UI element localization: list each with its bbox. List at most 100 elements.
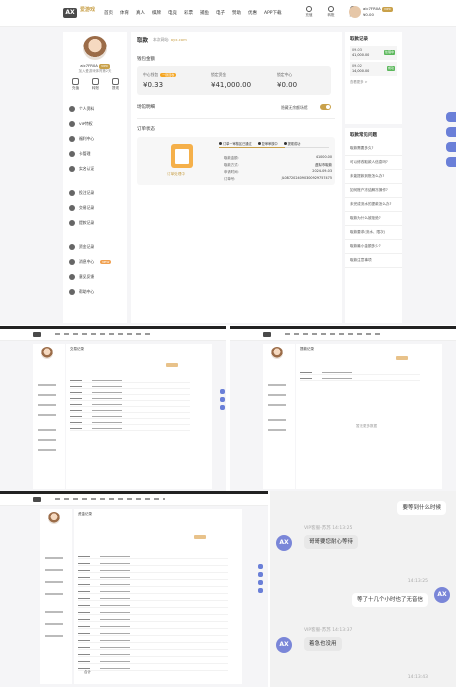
mini-query-button[interactable] bbox=[166, 363, 178, 367]
menu-verify[interactable]: 实名认证 bbox=[69, 166, 125, 172]
faq-item[interactable]: 如何账户冻结解冻操作? bbox=[345, 184, 402, 198]
record-status: 处理中 bbox=[383, 50, 395, 55]
menu-messages[interactable]: 消息中心 NEW bbox=[69, 259, 125, 265]
mini-menu-line bbox=[45, 569, 63, 571]
profile-avatar[interactable] bbox=[83, 36, 107, 60]
quick-transfer[interactable]: 转账 bbox=[90, 78, 101, 91]
wallet-summary: 中心钱包 一键回收 ¥0.33 锁定资金 ¥41,000.00 锁定中心 ¥0.00 bbox=[137, 66, 331, 95]
bet-icon bbox=[69, 190, 75, 196]
username: aic7FR0A bbox=[363, 6, 381, 11]
menu-profile[interactable]: 个人资料 bbox=[69, 106, 125, 112]
user-summary[interactable]: aic7FR0A VIP0 ¥0.00 bbox=[363, 6, 393, 17]
app-icon bbox=[258, 580, 263, 585]
nav-app[interactable]: APP下载 bbox=[264, 10, 282, 16]
faq-item[interactable]: 未能提款到账怎么办? bbox=[345, 170, 402, 184]
mini-menu-line bbox=[38, 429, 56, 431]
id-icon bbox=[69, 166, 75, 172]
menu-bets[interactable]: 投注记录 bbox=[69, 190, 125, 196]
mini-menu-line bbox=[268, 429, 286, 431]
menu-funds[interactable]: 资金记录 bbox=[69, 244, 125, 250]
my-message: 等了十几个小时也了无音信 bbox=[351, 593, 428, 607]
withdraw-icon bbox=[112, 78, 119, 85]
faq-item[interactable]: 未完成流水的提款怎么办? bbox=[345, 198, 402, 212]
brand-logo[interactable]: AX bbox=[63, 8, 77, 18]
faq-item[interactable]: 取款最小金额多少? bbox=[345, 240, 402, 254]
order-steps: 订单一审核区已通过 复审审核中 提现成功 bbox=[219, 141, 300, 146]
menu-withdrawals[interactable]: 提款记录 bbox=[69, 220, 125, 226]
nav-promo[interactable]: 优惠 bbox=[248, 10, 257, 16]
view-more-link[interactable]: 查看更多 > bbox=[345, 76, 402, 87]
faq-item[interactable]: 取款需要多久? bbox=[345, 142, 402, 156]
menu-welfare[interactable]: 福利中心 bbox=[69, 136, 125, 142]
clipboard-icon bbox=[171, 144, 193, 168]
message-time: 14:13:25 bbox=[407, 579, 428, 584]
divider bbox=[137, 118, 335, 119]
quick-deposit[interactable]: 充值 bbox=[70, 78, 81, 91]
withdraw-page: AX 爱游戏 首页 体育 真人 棋牌 电竞 彩票 捕鱼 电子 赞助 优惠 APP… bbox=[0, 0, 456, 325]
site-note: 本次网站: ayx.com bbox=[153, 37, 187, 42]
nav-lottery[interactable]: 彩票 bbox=[184, 10, 193, 16]
nav-sports[interactable]: 体育 bbox=[120, 10, 129, 16]
table-row bbox=[70, 426, 190, 431]
faq-item[interactable]: 取款注意事项 bbox=[345, 254, 402, 268]
deposit-top-button[interactable]: 充值 bbox=[302, 6, 316, 18]
main-nav: 首页 体育 真人 棋牌 电竞 彩票 捕鱼 电子 赞助 优惠 APP下载 bbox=[104, 10, 282, 16]
locked-center-value: ¥0.00 bbox=[277, 81, 298, 89]
mini-query-button[interactable] bbox=[396, 356, 408, 360]
mini-title: 提款记录 bbox=[300, 347, 314, 351]
menu-vip[interactable]: VIP特权 bbox=[69, 121, 125, 127]
deposit-icon bbox=[72, 78, 79, 85]
table-row bbox=[78, 610, 228, 615]
site-url[interactable]: ayx.com bbox=[171, 37, 187, 42]
mini-menu-line bbox=[45, 611, 63, 613]
menu-transactions[interactable]: 交易记录 bbox=[69, 205, 125, 211]
nav-esports[interactable]: 电竞 bbox=[168, 10, 177, 16]
nav-fishing[interactable]: 捕鱼 bbox=[200, 10, 209, 16]
hide-empty-toggle[interactable] bbox=[320, 104, 331, 110]
record-item[interactable]: 09-02 14,000.00 成功 bbox=[350, 62, 397, 76]
mini-navbar bbox=[0, 494, 268, 506]
avatar[interactable] bbox=[349, 6, 361, 18]
gift-icon bbox=[69, 136, 75, 142]
mini-sidebar bbox=[263, 344, 295, 489]
mini-query-button[interactable] bbox=[194, 535, 206, 539]
nav-sponsor[interactable]: 赞助 bbox=[232, 10, 241, 16]
feedback-float-icon bbox=[220, 397, 225, 402]
nav-live[interactable]: 真人 bbox=[136, 10, 145, 16]
order-time-row: 申请时间: 2024-09-03 bbox=[224, 169, 332, 174]
feedback-float-icon bbox=[258, 572, 263, 577]
nav-chess[interactable]: 棋牌 bbox=[152, 10, 161, 16]
record-icon bbox=[69, 205, 75, 211]
mini-main: 交易记录 bbox=[66, 344, 212, 489]
faq-item[interactable]: 可以修改取款人信息吗? bbox=[345, 156, 402, 170]
mini-float-toolbar bbox=[220, 389, 225, 413]
step-1: 订单一审核区已通过 bbox=[219, 141, 252, 146]
service-icon[interactable] bbox=[446, 112, 456, 122]
recycle-button[interactable]: 一键回收 bbox=[160, 73, 177, 77]
mini-sidebar bbox=[40, 509, 72, 684]
record-status: 成功 bbox=[386, 66, 395, 71]
transfer-top-button[interactable]: 转账 bbox=[324, 6, 338, 18]
menu-cards[interactable]: 卡管理 bbox=[69, 151, 125, 157]
transfer-icon bbox=[328, 6, 334, 12]
help-icon bbox=[69, 289, 75, 295]
menu-feedback[interactable]: 意见反馈 bbox=[69, 274, 125, 280]
step-dot-icon bbox=[257, 142, 261, 145]
menu-help[interactable]: 帮助中心 bbox=[69, 289, 125, 295]
service-icon bbox=[258, 564, 263, 569]
nav-home[interactable]: 首页 bbox=[104, 10, 113, 16]
nav-slots[interactable]: 电子 bbox=[216, 10, 225, 16]
mini-menu-line bbox=[45, 623, 63, 625]
faq-item[interactable]: 取款要求(流水、限次) bbox=[345, 226, 402, 240]
table-row bbox=[78, 582, 228, 587]
mini-title: 资金记录 bbox=[78, 512, 92, 516]
record-item[interactable]: 09-03 41,000.00 处理中 bbox=[350, 46, 397, 60]
new-badge: NEW bbox=[100, 260, 112, 264]
faq-item[interactable]: 取款为什么被拒绝? bbox=[345, 212, 402, 226]
app-icon[interactable] bbox=[446, 142, 456, 152]
faq-panel: 取款常见问题 取款需要多久? 可以修改取款人信息吗? 未能提款到账怎么办? 如何… bbox=[345, 128, 402, 323]
quick-withdraw[interactable]: 提现 bbox=[110, 78, 121, 91]
shield-icon[interactable] bbox=[446, 157, 456, 167]
feedback-float-icon[interactable] bbox=[446, 127, 456, 137]
bell-icon bbox=[69, 259, 75, 265]
